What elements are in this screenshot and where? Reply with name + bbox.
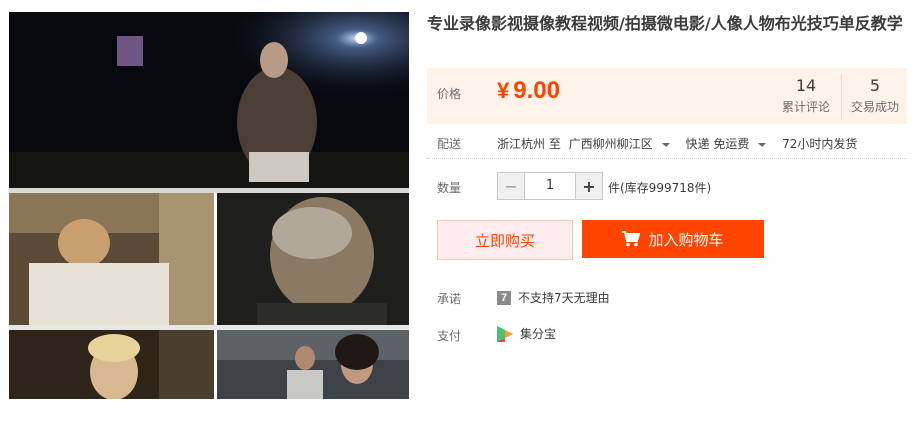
product-title: 专业录像影视摄像教程视频/拍摄微电影/人像人物布光技巧单反教学 xyxy=(427,14,903,33)
shipping-info: 浙江杭州 至 广西柳州柳江区 快递 免运费 72小时内发货 xyxy=(497,135,861,152)
reviews-stat[interactable]: 14 累计评论 xyxy=(773,76,839,115)
promise-text: 不支持7天无理由 xyxy=(518,291,610,305)
buy-now-button[interactable]: 立即购买 xyxy=(437,220,573,260)
promise-info: 7 不支持7天无理由 xyxy=(497,289,610,306)
shipping-from: 浙江杭州 至 xyxy=(497,137,561,151)
image-panel-couple xyxy=(217,330,409,399)
product-image[interactable] xyxy=(9,12,409,399)
payment-method: 集分宝 xyxy=(520,327,557,341)
chevron-down-icon xyxy=(661,142,670,147)
promise-label: 承诺 xyxy=(437,292,462,306)
image-panel-night-scene xyxy=(9,12,409,188)
deals-count: 5 xyxy=(869,76,881,95)
image-panel-woman-bed xyxy=(9,193,214,325)
image-panel-old-man xyxy=(217,193,409,325)
price-box: 价格 ¥9.00 14 累计评论 5 交易成功 xyxy=(427,68,907,124)
add-to-cart-button[interactable]: 加入购物车 xyxy=(582,220,764,258)
dispatch-time: 72小时内发货 xyxy=(782,137,858,151)
increase-button[interactable]: + xyxy=(576,173,602,199)
shipping-method-select[interactable]: 快递 免运费 xyxy=(686,137,775,151)
shipping-destination: 广西柳州柳江区 xyxy=(568,137,653,151)
price-label: 价格 xyxy=(437,87,462,101)
payment-info: 集分宝 xyxy=(497,325,556,342)
seven-day-icon: 7 xyxy=(497,290,511,305)
quantity-input[interactable]: 1 xyxy=(524,173,576,199)
decrease-button[interactable]: − xyxy=(498,173,524,199)
deals-label: 交易成功 xyxy=(850,100,899,114)
quantity-stepper: − 1 + xyxy=(497,172,603,200)
buy-now-label: 立即购买 xyxy=(474,231,535,250)
shopping-cart-icon xyxy=(622,231,641,247)
section-divider xyxy=(427,158,907,159)
jifenbao-icon xyxy=(497,325,513,342)
shipping-method: 快递 免运费 xyxy=(685,137,750,151)
add-to-cart-label: 加入购物车 xyxy=(648,230,724,249)
price-amount: 9.00 xyxy=(513,77,560,104)
shipping-row: 配送 浙江杭州 至 广西柳州柳江区 快递 免运费 72小时内发货 xyxy=(427,131,907,157)
quantity-label: 数量 xyxy=(437,181,462,195)
shipping-label: 配送 xyxy=(437,137,462,151)
payment-label: 支付 xyxy=(437,329,462,343)
reviews-label: 累计评论 xyxy=(781,100,830,114)
deals-stat[interactable]: 5 交易成功 xyxy=(841,74,908,120)
stock-info: 件(库存999718件) xyxy=(608,181,712,195)
image-panel-smiling-woman xyxy=(9,330,214,399)
price-value: ¥9.00 xyxy=(497,77,560,105)
currency-symbol: ¥ xyxy=(497,78,510,103)
shipping-destination-select[interactable]: 广西柳州柳江区 xyxy=(569,137,678,151)
chevron-down-icon xyxy=(758,142,767,147)
reviews-count: 14 xyxy=(795,76,817,95)
